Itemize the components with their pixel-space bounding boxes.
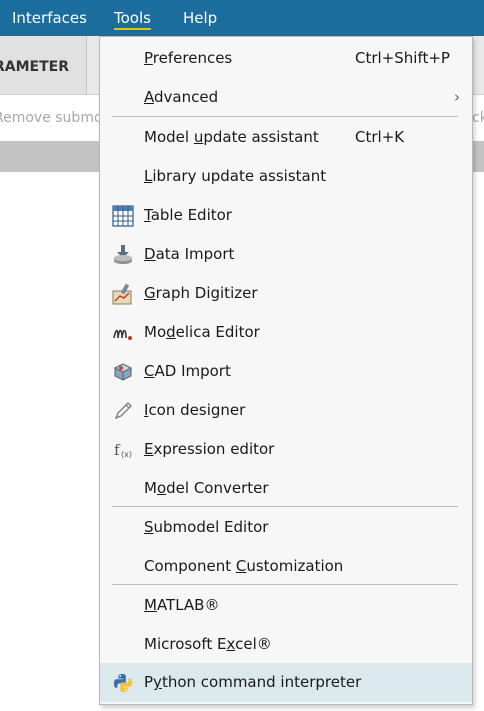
- remove-submodel-text: Remove submo: [0, 110, 103, 126]
- shortcut-label: Ctrl+K: [355, 128, 405, 146]
- menu-tools[interactable]: Tools: [114, 0, 151, 36]
- graph-digitizer-icon: [112, 283, 134, 305]
- menu-item-model-update-assistant[interactable]: Model update assistant Ctrl+K: [100, 118, 472, 157]
- menu-item-modelica-editor[interactable]: Modelica Editor: [100, 313, 472, 352]
- menu-item-matlab[interactable]: MATLAB®: [100, 586, 472, 625]
- menu-tools-label: Tools: [114, 9, 151, 30]
- menu-item-library-update-assistant[interactable]: Library update assistant: [100, 157, 472, 196]
- menu-item-label: Component Customization: [144, 557, 344, 575]
- menu-item-label: Python command interpreter: [144, 673, 362, 691]
- tab-parameter-label: RAMETER: [0, 59, 70, 75]
- menu-item-microsoft-excel[interactable]: Microsoft Excel®: [100, 625, 472, 664]
- menu-item-label: Advanced: [144, 88, 219, 106]
- menu-help-label: Help: [183, 9, 218, 27]
- menu-interfaces[interactable]: Interfaces: [12, 0, 87, 36]
- menu-separator: [112, 116, 458, 117]
- svg-text:f: f: [114, 441, 121, 459]
- shortcut-label: Ctrl+Shift+P: [355, 49, 450, 67]
- python-icon: [112, 672, 134, 694]
- modelica-icon: [112, 322, 134, 344]
- menu-item-label: Submodel Editor: [144, 518, 269, 536]
- menu-item-label: CAD Import: [144, 362, 231, 380]
- menu-item-label: Modelica Editor: [144, 323, 260, 341]
- svg-text:(x): (x): [121, 450, 132, 459]
- menu-item-label: Expression editor: [144, 440, 275, 458]
- menu-item-label: Library update assistant: [144, 167, 327, 185]
- chevron-right-icon: ›: [454, 88, 460, 106]
- menu-item-submodel-editor[interactable]: Submodel Editor: [100, 508, 472, 547]
- menu-item-label: Model update assistant: [144, 128, 319, 146]
- menu-interfaces-label: Interfaces: [12, 9, 87, 27]
- menu-bar: Interfaces Tools Help: [0, 0, 484, 36]
- table-icon: [112, 205, 134, 227]
- menu-item-label: MATLAB®: [144, 596, 220, 614]
- menu-item-label: Model Converter: [144, 479, 269, 497]
- menu-item-component-customization[interactable]: Component Customization: [100, 547, 472, 586]
- menu-item-label: Microsoft Excel®: [144, 635, 272, 653]
- tab-parameter[interactable]: RAMETER: [0, 36, 87, 94]
- tools-menu: Preferences Ctrl+Shift+P Advanced › Mode…: [99, 36, 473, 705]
- function-icon: f (x): [112, 439, 134, 461]
- menu-item-data-import[interactable]: Data Import: [100, 235, 472, 274]
- data-import-icon: [112, 244, 134, 266]
- menu-item-preferences[interactable]: Preferences Ctrl+Shift+P: [100, 39, 472, 78]
- menu-item-table-editor[interactable]: Table Editor: [100, 196, 472, 235]
- menu-item-icon-designer[interactable]: Icon designer: [100, 391, 472, 430]
- menu-separator: [112, 584, 458, 585]
- menu-separator: [112, 506, 458, 507]
- menu-help[interactable]: Help: [183, 0, 217, 36]
- menu-item-advanced[interactable]: Advanced ›: [100, 78, 472, 117]
- menu-item-model-converter[interactable]: Model Converter: [100, 469, 472, 508]
- toolbar-right-text: ck: [472, 110, 484, 126]
- menu-item-label: Preferences: [144, 49, 233, 67]
- menu-item-label: Table Editor: [144, 206, 232, 224]
- cad-import-icon: [112, 361, 134, 383]
- menu-item-cad-import[interactable]: CAD Import: [100, 352, 472, 391]
- pencil-icon: [112, 400, 134, 422]
- menu-item-label: Data Import: [144, 245, 235, 263]
- menu-item-expression-editor[interactable]: f (x) Expression editor: [100, 430, 472, 469]
- menu-item-python-command-interpreter[interactable]: Python command interpreter: [100, 663, 472, 702]
- menu-item-label: Graph Digitizer: [144, 284, 258, 302]
- menu-item-label: Icon designer: [144, 401, 246, 419]
- menu-item-graph-digitizer[interactable]: Graph Digitizer: [100, 274, 472, 313]
